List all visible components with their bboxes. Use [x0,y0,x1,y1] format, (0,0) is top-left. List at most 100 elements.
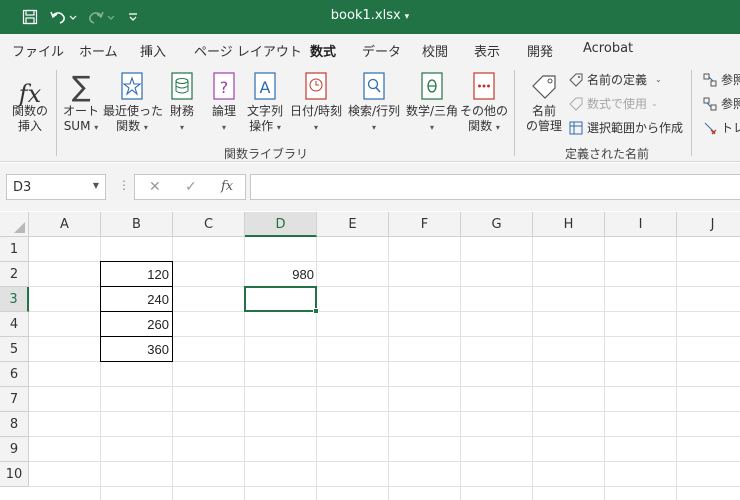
row-header-8[interactable]: 8 [0,412,29,437]
cell-b3[interactable]: 240 [100,286,173,312]
column-header-g[interactable]: G [461,212,533,237]
trace-dependents-button[interactable]: 参照 [702,95,740,112]
ribbon-separator [56,70,57,156]
trace-precedents-label: 参照 [721,73,740,87]
row-header-5[interactable]: 5 [0,337,29,362]
remove-arrows-button[interactable]: トレ [702,119,740,136]
row-header-9[interactable]: 9 [0,437,29,462]
tab-formulas[interactable]: 数式 [310,41,337,67]
coins-book-icon [166,68,198,102]
title-caret-icon: ▾ [404,12,410,22]
row-header-10[interactable]: 10 [0,462,29,487]
chevron-down-icon: ⌄ [655,75,662,84]
group-label-defined-names: 定義された名前 [565,147,650,161]
more-functions-label-1: その他の [460,104,509,118]
name-box[interactable]: D3 ▼ [6,174,106,200]
chevron-down-icon[interactable]: ▼ [93,181,99,190]
question-book-icon: ? [208,68,240,102]
spreadsheet-grid[interactable]: A B C D E F G H I J 1 2 3 4 5 6 7 8 9 10 120 240 260 360 980 [0,212,740,500]
row-header-3[interactable]: 3 [0,287,29,312]
tag-icon [524,68,564,102]
tag-fx-icon [568,96,584,112]
fill-handle[interactable] [313,308,319,314]
trace-dependents-icon [702,96,718,112]
ribbon-separator [691,70,692,156]
row-header-6[interactable]: 6 [0,362,29,387]
grid-line [29,411,740,412]
lookup-reference-button[interactable]: 検索/行列 ▾ [346,68,402,135]
column-header-d[interactable]: D [245,212,317,237]
cancel-icon[interactable]: ✕ [149,179,161,195]
recently-used-label-1: 最近使った [103,104,164,118]
cell-b2[interactable]: 120 [100,261,173,287]
cell-b5[interactable]: 360 [100,336,173,362]
ribbon-tabs: ファイル ホーム 挿入 ページ レイアウト 数式 データ 校閲 表示 開発 Ac… [0,34,740,67]
tab-data[interactable]: データ [362,41,401,60]
active-cell-selection[interactable] [244,286,317,312]
insert-function-icon[interactable]: fx [221,179,233,194]
ribbon-separator [514,70,515,156]
name-manager-label-1: 名前 [531,104,556,118]
select-all-button[interactable] [0,212,29,237]
enter-icon[interactable]: ✓ [185,179,197,195]
splitter-handle[interactable]: ⋮ [118,178,130,192]
column-header-h[interactable]: H [533,212,605,237]
tab-view[interactable]: 表示 [474,41,500,60]
chevron-down-icon: ▾ [94,123,99,132]
recently-used-label-2: 関数 [116,119,141,133]
column-header-a[interactable]: A [29,212,101,237]
column-header-c[interactable]: C [173,212,245,237]
tab-review[interactable]: 校閲 [422,41,448,60]
autosum-button[interactable]: ∑ オート SUM ▾ [58,68,104,135]
chevron-down-icon: ▾ [495,123,500,132]
row-header-1[interactable]: 1 [0,237,29,262]
group-label-function-library: 関数ライブラリ [224,147,309,161]
use-in-formula-label: 数式で使用 [587,97,648,111]
tab-insert[interactable]: 挿入 [140,41,166,60]
autosum-label-2: SUM [63,119,91,133]
trace-precedents-icon [702,72,718,88]
text-book-icon: A [245,68,285,102]
row-header-7[interactable]: 7 [0,387,29,412]
more-functions-button[interactable]: その他の 関数 ▾ [460,68,508,135]
logical-button[interactable]: ? 論理 ▾ [208,68,240,135]
cell-b4[interactable]: 260 [100,311,173,337]
formula-input[interactable] [250,174,740,200]
trace-precedents-button[interactable]: 参照 [702,71,740,88]
trace-dependents-label: 参照 [721,97,740,111]
create-from-selection-button[interactable]: 選択範囲から作成 [568,119,683,136]
column-header-f[interactable]: F [389,212,461,237]
row-header-2[interactable]: 2 [0,262,29,287]
date-time-button[interactable]: 日付/時刻 ▾ [288,68,344,135]
tab-file[interactable]: ファイル [12,41,64,60]
define-name-button[interactable]: 名前の定義 ⌄ [568,71,662,88]
chevron-down-icon: ▾ [313,123,318,132]
cell-d2[interactable]: 980 [245,262,317,287]
tab-home[interactable]: ホーム [79,41,118,60]
more-functions-label-2: 関数 [468,119,493,133]
tab-acrobat[interactable]: Acrobat [583,41,633,56]
column-header-b[interactable]: B [101,212,173,237]
recently-used-button[interactable]: 最近使った 関数 ▾ [103,68,164,135]
text-functions-button[interactable]: A 文字列 操作 ▾ [245,68,285,135]
tab-page-layout[interactable]: ページ レイアウト [194,41,302,60]
tab-developer[interactable]: 開発 [527,41,553,60]
remove-arrows-label: トレ [721,121,740,135]
column-header-e[interactable]: E [317,212,389,237]
insert-function-label-2: 挿入 [17,119,42,133]
define-name-label: 名前の定義 [587,73,648,87]
use-in-formula-button[interactable]: 数式で使用 ⌄ [568,95,658,112]
date-time-label: 日付/時刻 [289,104,343,118]
chevron-down-icon: ⌄ [651,99,658,108]
text-functions-label-2: 操作 [249,119,274,133]
financial-button[interactable]: 財務 ▾ [166,68,198,135]
window-title[interactable]: book1.xlsx ▾ [0,8,740,23]
column-header-j[interactable]: J [677,212,740,237]
column-header-i[interactable]: I [605,212,677,237]
name-manager-button[interactable]: 名前 の管理 [524,68,564,134]
insert-function-button[interactable]: fx 関数の 挿入 [8,68,52,134]
ribbon: fx 関数の 挿入 ∑ オート SUM ▾ 最近使った 関数 ▾ 財務 ▾ ? … [0,64,740,162]
math-trig-button[interactable]: 数学/三角 ▾ [404,68,460,135]
row-header-4[interactable]: 4 [0,312,29,337]
grid-line [29,386,740,387]
